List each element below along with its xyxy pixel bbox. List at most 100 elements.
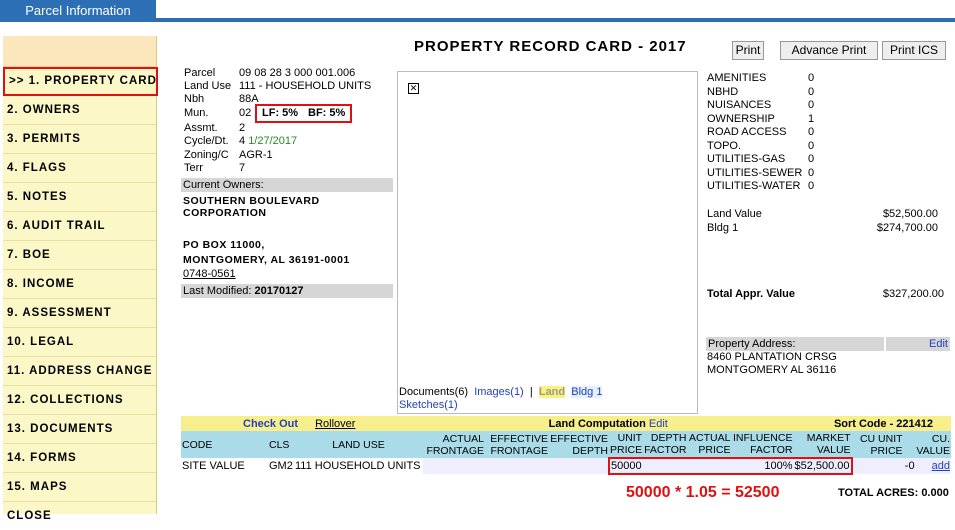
rollover-link[interactable]: Rollover [315,418,355,430]
sidebar-item-close[interactable]: CLOSE [3,502,156,530]
documents-link[interactable]: Documents(6) [399,386,468,398]
total-value: $327,200.00 [882,288,944,300]
cycle-date: 1/27/2017 [248,135,298,147]
factor-label: NUISANCES [707,99,772,111]
zoning-value: AGR-1 [239,149,273,161]
factor-row: TOPO. [707,140,802,154]
last-modified-value: 20170127 [254,285,304,297]
factors-values: 0 0 0 1 0 0 0 0 0 [808,72,814,194]
cell-cu-value: -0 add [903,458,951,474]
bldg-label: Bldg 1 [707,222,739,234]
land-edit-link[interactable]: Edit [649,418,668,430]
last-modified-label: Last Modified: [183,285,252,297]
factor-row: UTILITIES-GAS [707,153,802,167]
factor-value: 0 [808,153,815,165]
mun-value: 02 [239,107,252,119]
current-owners-header: Current Owners: [181,178,393,192]
col-code: CODE [182,438,213,451]
col-actual-frontage: ACTUAL FRONTAGE [426,432,484,457]
land-link[interactable]: Land [538,386,566,398]
factor-row: NBHD [707,86,802,100]
address-line-1: 8460 PLANTATION CRSG [707,351,837,363]
cycle-label: Cycle/Dt. [184,135,229,147]
owner-address-1: PO BOX 11000, [183,239,265,251]
col-market-value: MARKET VALUE [806,432,851,456]
owner-name-1: SOUTHERN BOULEVARD [183,195,320,207]
cell-actual-frontage [423,458,485,474]
factor-value: 0 [808,166,815,179]
add-link[interactable]: add [932,460,950,472]
checkout-link[interactable]: Check Out [243,418,298,430]
nbh-label: Nbh [184,93,205,105]
factor-row: ROAD ACCESS [707,126,802,140]
sort-code: Sort Code - 221412 [833,417,933,430]
col-depth-factor: DEPTH FACTOR [644,432,687,456]
col-influence-factor: INFLUENCE FACTOR [732,432,793,456]
terr-value: 7 [239,162,246,174]
calculation-annotation: 50000 * 1.05 = 52500 [626,484,780,501]
print-button[interactable]: Print [732,41,764,60]
sidebar-item-boe[interactable]: 7. BOE [3,241,156,270]
sidebar-item-maps[interactable]: 15. MAPS [3,473,156,502]
sidebar-item-income[interactable]: 8. INCOME [3,270,156,299]
land-computation-title: Land Computation [548,417,646,430]
bf-value: BF: 5% [308,107,346,119]
sidebar-item-assessment[interactable]: 9. ASSESSMENT [3,299,156,328]
factor-label: AMENITIES [707,72,767,84]
bldg-link[interactable]: Bldg 1 [571,386,603,398]
factor-label: OWNERSHIP [707,112,775,125]
land-computation-header: Land Computation Edit [423,416,793,431]
col-effective-frontage: EFFECTIVE FRONTAGE [490,432,548,457]
col-cls: CLS [269,438,290,451]
col-cu-unit-price: CU UNIT PRICE [859,432,903,457]
cell-cls: GM2 [269,460,293,472]
sketches-link[interactable]: Sketches(1) [399,399,458,411]
sidebar-item-forms[interactable]: 14. FORMS [3,444,156,473]
cell-unit-price: 50000 [607,457,644,475]
sidebar-item-permits[interactable]: 3. PERMITS [3,125,156,154]
factor-value: 0 [808,126,815,138]
col-unit-price: UNIT PRICE [610,432,643,456]
table-row: SITE VALUE GM2 111 HOUSEHOLD UNITS 50000… [181,457,951,475]
sidebar-item-legal[interactable]: 10. LEGAL [3,328,156,357]
table-toolbar: Check Out Rollover [181,416,423,431]
cell-effective-frontage [485,458,549,474]
sidebar-item-audit-trail[interactable]: 6. AUDIT TRAIL [3,212,156,241]
assmt-value: 2 [239,122,246,134]
parcel-info: Parcel 09 08 28 3 000 001.006 Land Use 1… [176,67,396,187]
factor-value: 0 [808,99,815,111]
sidebar-item-notes[interactable]: 5. NOTES [3,183,156,212]
owner-phone-link[interactable]: 0748-0561 [183,268,236,280]
cycle-number: 4 [239,135,246,147]
cu-value: -0 [904,460,915,472]
owner-name-2: CORPORATION [183,207,267,219]
factor-row: AMENITIES [707,72,802,86]
docs-separator: | [529,386,533,398]
cell-land-use: 111 HOUSEHOLD UNITS [295,460,421,472]
tab-parcel-information[interactable]: Parcel Information [0,0,156,22]
cell-market-value: $52,500.00 [793,457,853,475]
factor-value: 1 [808,112,815,125]
cycle-value: 4 1/27/2017 [239,135,297,147]
cell-influence-factor: 100% [731,457,794,475]
factor-row: UTILITIES-SEWER [707,167,802,181]
print-ics-button[interactable]: Print ICS [882,41,946,60]
property-address-header: Property Address: [706,337,884,351]
images-link[interactable]: Images(1) [474,386,524,398]
advance-print-button[interactable]: Advance Print [780,41,878,60]
tab-bar: Parcel Information [0,0,955,22]
address-edit-link[interactable]: Edit [886,337,950,351]
factor-label: TOPO. [707,139,742,152]
factor-row: UTILITIES-WATER [707,180,802,194]
sidebar-item-property-card[interactable]: >> 1. PROPERTY CARD [3,67,158,96]
parcel-number: 09 08 28 3 000 001.006 [239,67,356,79]
land-use-label: Land Use [184,80,232,92]
owner-address-2: MONTGOMERY, AL 36191-0001 [183,254,350,266]
sidebar-item-collections[interactable]: 12. COLLECTIONS [3,386,156,415]
factor-row: NUISANCES [707,99,802,113]
sidebar-item-address-change[interactable]: 11. ADDRESS CHANGE [3,357,156,386]
col-effective-depth: EFFECTIVE DEPTH [550,432,608,457]
sidebar-item-documents[interactable]: 13. DOCUMENTS [3,415,156,444]
sidebar-item-owners[interactable]: 2. OWNERS [3,96,156,125]
sidebar-item-flags[interactable]: 4. FLAGS [3,154,156,183]
